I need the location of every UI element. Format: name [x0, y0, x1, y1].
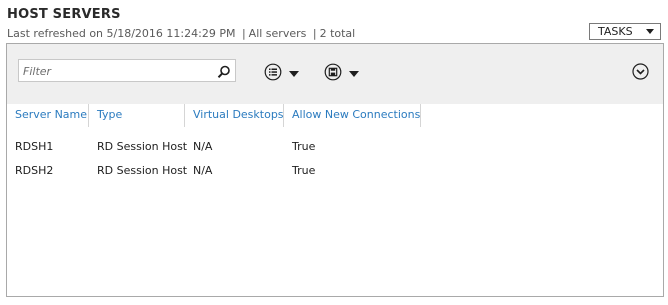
table-header: Server Name Type Virtual Desktops Allow … — [7, 104, 421, 127]
cell-type: RD Session Host — [97, 164, 188, 177]
chevron-down-icon — [349, 71, 359, 77]
collapse-button[interactable] — [632, 63, 649, 84]
cell-virtual-desktops: N/A — [193, 140, 213, 153]
table-row[interactable]: RDSH2 RD Session Host N/A True — [7, 161, 421, 181]
page-title: HOST SERVERS — [7, 7, 121, 22]
scope-text: All servers — [248, 27, 307, 40]
count-text: 2 total — [319, 27, 356, 40]
cell-type: RD Session Host — [97, 140, 188, 153]
cell-virtual-desktops: N/A — [193, 164, 213, 177]
servers-table: Server Name Type Virtual Desktops Allow … — [7, 104, 663, 296]
host-servers-panel: Server Name Type Virtual Desktops Allow … — [6, 43, 664, 297]
refresh-status: Last refreshed on 5/18/2016 11:24:29 PM … — [7, 27, 355, 40]
cell-allow-new-connections: True — [292, 164, 316, 177]
list-options-button[interactable] — [264, 63, 299, 85]
separator: | — [312, 27, 317, 40]
separator: | — [241, 27, 246, 40]
cell-server-name: RDSH2 — [15, 164, 54, 177]
chevron-down-icon — [646, 29, 654, 34]
cell-server-name: RDSH1 — [15, 140, 54, 153]
column-header-type[interactable]: Type — [89, 104, 185, 127]
search-icon[interactable] — [217, 64, 231, 83]
column-header-allow-new-connections[interactable]: Allow New Connections — [284, 104, 421, 127]
column-header-server-name[interactable]: Server Name — [7, 104, 89, 127]
list-options-icon — [264, 63, 282, 85]
table-row[interactable]: RDSH1 RD Session Host N/A True — [7, 137, 421, 157]
filter-input[interactable] — [19, 61, 213, 82]
tasks-button[interactable]: TASKS — [589, 23, 661, 40]
cell-allow-new-connections: True — [292, 140, 316, 153]
chevron-down-icon — [289, 71, 299, 77]
save-query-button[interactable] — [324, 63, 359, 85]
toolbar — [7, 44, 663, 104]
save-icon — [324, 63, 342, 85]
collapse-icon — [632, 63, 649, 84]
filter-box[interactable] — [18, 59, 236, 82]
last-refreshed-text: Last refreshed on 5/18/2016 11:24:29 PM — [7, 27, 236, 40]
tasks-label: TASKS — [598, 25, 633, 38]
column-header-virtual-desktops[interactable]: Virtual Desktops — [185, 104, 284, 127]
